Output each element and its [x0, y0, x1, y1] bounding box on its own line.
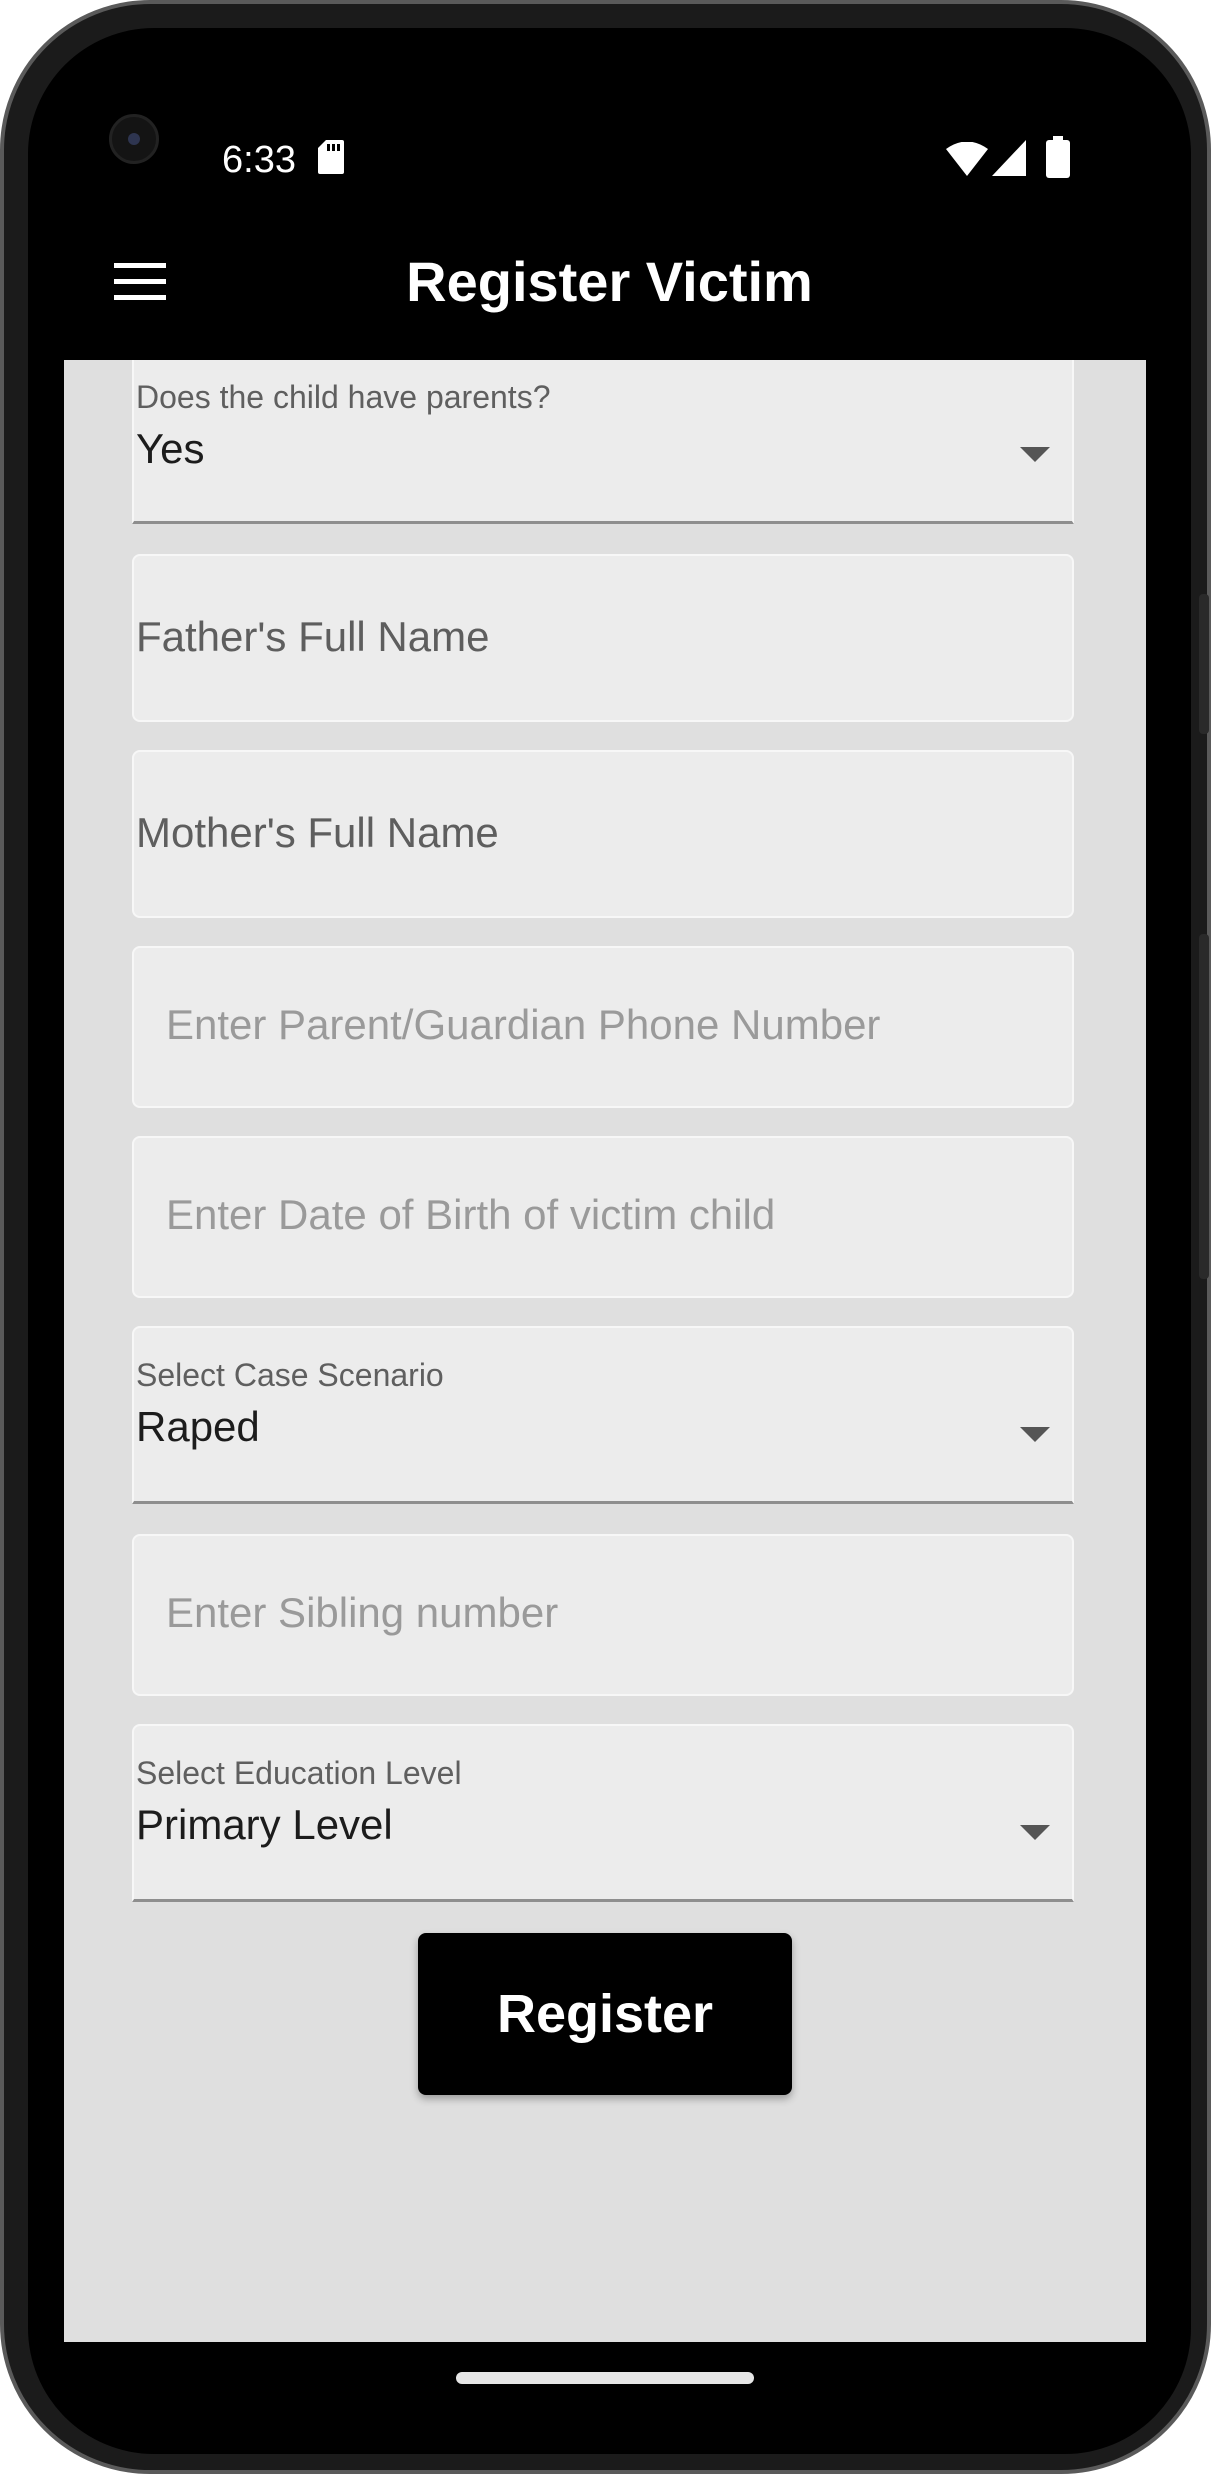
date-of-birth-field[interactable]: Enter Date of Birth of victim child	[132, 1136, 1074, 1298]
guardian-phone-placeholder: Enter Parent/Guardian Phone Number	[166, 1001, 881, 1048]
screen: 6:33 Register Victim Does the child have…	[28, 28, 1191, 2454]
case-scenario-label: Select Case Scenario	[136, 1357, 444, 1393]
home-indicator[interactable]	[456, 2372, 754, 2384]
education-level-value: Primary Level	[136, 1801, 393, 1848]
camera-icon	[109, 114, 159, 164]
dropdown-arrow-icon	[1020, 447, 1050, 462]
mother-name-placeholder: Mother's Full Name	[136, 809, 499, 856]
education-level-label: Select Education Level	[136, 1755, 462, 1791]
father-name-placeholder: Father's Full Name	[136, 613, 490, 660]
sibling-number-placeholder: Enter Sibling number	[166, 1589, 559, 1636]
has-parents-dropdown[interactable]: Does the child have parents? Yes	[132, 360, 1074, 524]
education-level-dropdown[interactable]: Select Education Level Primary Level	[132, 1724, 1074, 1902]
volume-button	[1199, 934, 1209, 1279]
page-title: Register Victim	[406, 250, 813, 313]
phone-frame: 6:33 Register Victim Does the child have…	[0, 0, 1211, 2474]
sibling-number-field[interactable]: Enter Sibling number	[132, 1534, 1074, 1696]
power-button	[1199, 594, 1209, 734]
case-scenario-value: Raped	[136, 1403, 260, 1450]
sd-card-icon	[318, 140, 344, 174]
battery-icon	[1046, 136, 1070, 178]
dropdown-arrow-icon	[1020, 1427, 1050, 1442]
register-button[interactable]: Register	[418, 1933, 792, 2095]
date-of-birth-placeholder: Enter Date of Birth of victim child	[166, 1191, 776, 1238]
father-name-field[interactable]: Father's Full Name	[132, 554, 1074, 722]
signal-icon	[992, 140, 1026, 176]
status-time: 6:33	[222, 139, 296, 181]
dropdown-arrow-icon	[1020, 1825, 1050, 1840]
case-scenario-dropdown[interactable]: Select Case Scenario Raped	[132, 1326, 1074, 1504]
mother-name-field[interactable]: Mother's Full Name	[132, 750, 1074, 918]
has-parents-value: Yes	[136, 425, 205, 472]
guardian-phone-field[interactable]: Enter Parent/Guardian Phone Number	[132, 946, 1074, 1108]
has-parents-label: Does the child have parents?	[136, 379, 551, 415]
form-container: Does the child have parents? Yes Father'…	[64, 360, 1146, 2342]
wifi-icon	[946, 142, 988, 176]
